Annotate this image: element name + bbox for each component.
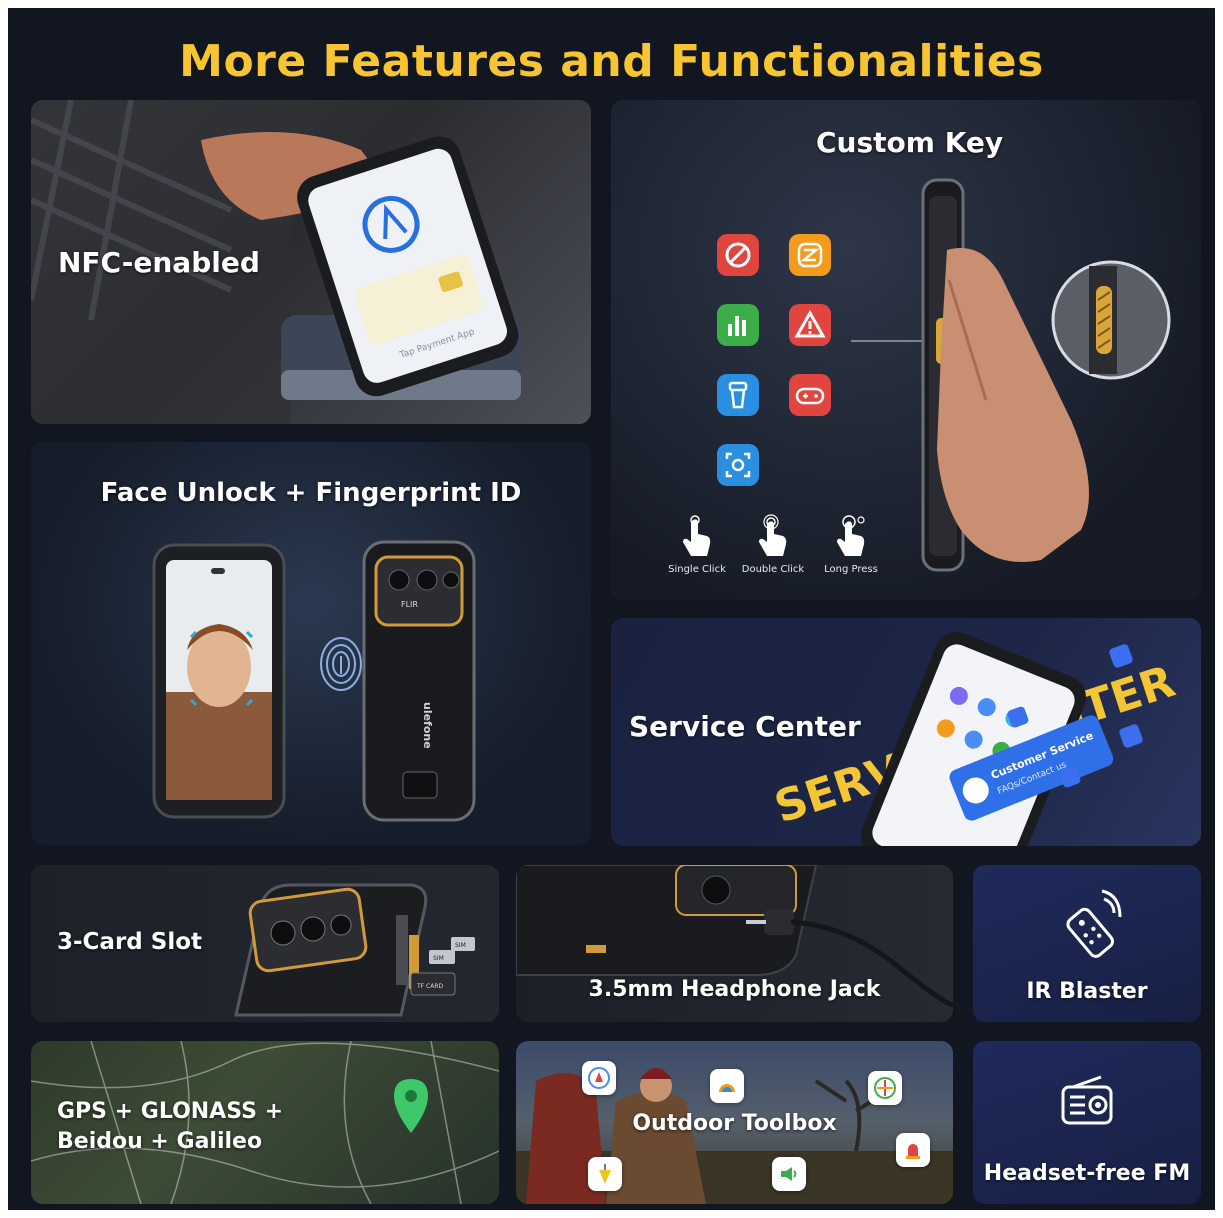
- gesture-double-click: Double Click: [741, 564, 805, 575]
- radio-icon: [1061, 1075, 1113, 1125]
- service-center-label: Service Center: [629, 710, 861, 743]
- ir-blaster-label: IR Blaster: [1026, 979, 1148, 1004]
- outdoor-toolbox-panel: Outdoor Toolbox: [516, 1041, 953, 1204]
- gps-label-line2: Beidou + Galileo: [57, 1129, 263, 1154]
- face-unlock-illustration: FLIR ulefone: [152, 540, 476, 822]
- gps-panel: GPS + GLONASS + Beidou + Galileo: [31, 1041, 499, 1204]
- single-click-hand-icon: [683, 515, 711, 556]
- card-slot-label: 3-Card Slot: [57, 929, 203, 955]
- outdoor-toolbox-label: Outdoor Toolbox: [632, 1111, 837, 1136]
- fm-radio-label: Headset-free FM: [983, 1161, 1191, 1186]
- tf-card-slot-label: TF CARD: [416, 983, 443, 990]
- page-title: More Features and Functionalities: [179, 36, 1044, 87]
- ir-blaster-panel: IR Blaster: [973, 865, 1201, 1022]
- long-press-hand-icon: [837, 515, 865, 556]
- nfc-panel: Tap Payment App NFC-enabled: [31, 100, 591, 424]
- level-tool-icon: [868, 1071, 902, 1105]
- feature-poster: More Features and Functionalities Tap Pa…: [8, 8, 1215, 1210]
- ir-remote-icon: [1066, 889, 1122, 958]
- custom-key-panel: Custom Key Single Click Double Click Lon…: [611, 100, 1201, 600]
- service-center-panel: SERVICE CENTER Customer Service FAQs/Con…: [611, 618, 1201, 846]
- headphone-jack-label: 3.5mm Headphone Jack: [588, 977, 881, 1002]
- altimeter-tool-icon: [710, 1069, 744, 1103]
- sim-slot-1-label: SIM: [433, 955, 444, 962]
- nfc-label: NFC-enabled: [58, 246, 260, 279]
- sound-tool-icon: [772, 1157, 806, 1191]
- headphone-jack-panel: 3.5mm Headphone Jack: [516, 865, 953, 1022]
- brand-logo-text: ulefone: [421, 702, 434, 749]
- face-unlock-panel: Face Unlock + Fingerprint ID FLIR ulefon…: [31, 442, 591, 845]
- card-slot-panel: SIM SIM TF CARD 3-Card Slot: [31, 865, 499, 1022]
- gesture-long-press: Long Press: [824, 564, 878, 575]
- gps-label-line1: GPS + GLONASS +: [57, 1099, 284, 1124]
- flir-logo-text: FLIR: [401, 600, 418, 609]
- alarm-tool-icon: [896, 1133, 930, 1167]
- fm-radio-panel: Headset-free FM: [973, 1041, 1201, 1204]
- fingerprint-icon: [320, 637, 362, 691]
- plumb-tool-icon: [588, 1157, 622, 1191]
- sim-slot-2-label: SIM: [455, 942, 466, 949]
- double-click-hand-icon: [759, 514, 787, 556]
- compass-tool-icon: [582, 1061, 616, 1095]
- map-pin-icon: [394, 1079, 428, 1133]
- gesture-single-click: Single Click: [668, 564, 726, 575]
